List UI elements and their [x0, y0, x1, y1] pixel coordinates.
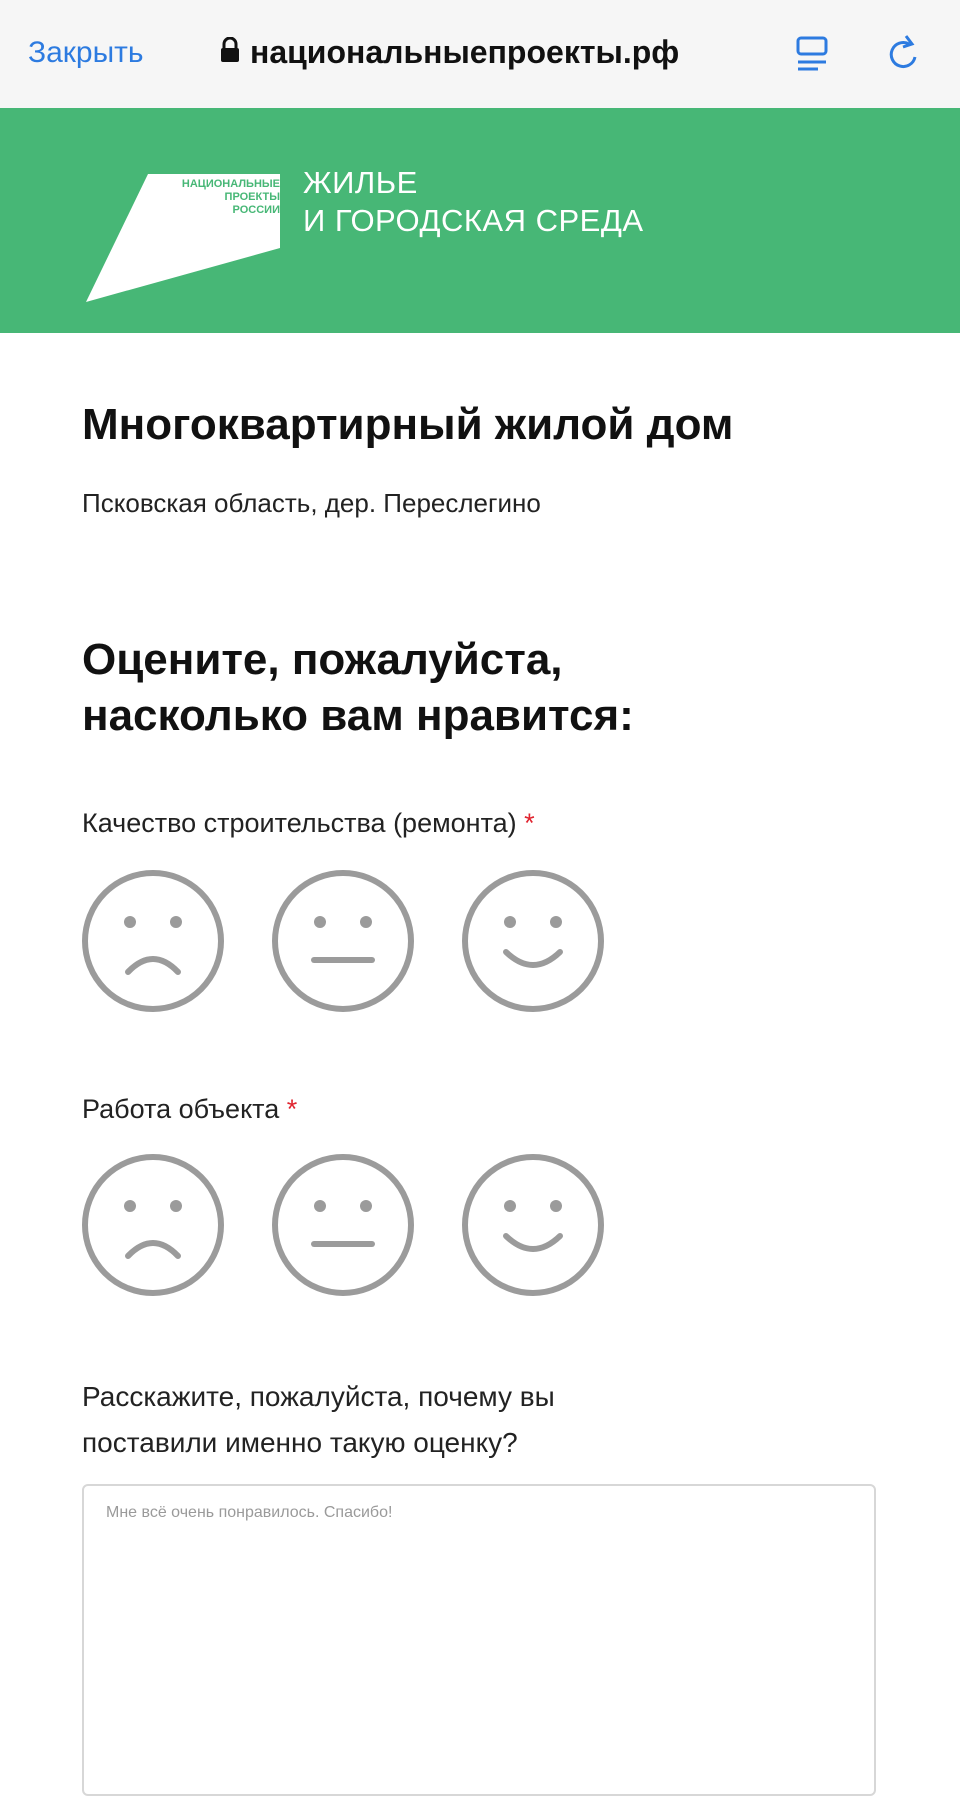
page-title: Многоквартирный жилой дом — [82, 400, 734, 449]
project-banner: НАЦИОНАЛЬНЫЕ ПРОЕКТЫ РОССИИ ЖИЛЬЕ И ГОРО… — [0, 108, 960, 333]
url-text: национальныепроекты.рф — [250, 34, 680, 70]
rating-label-text: Качество строительства (ремонта) — [82, 808, 517, 838]
feedback-question-line: поставили именно такую оценку? — [82, 1427, 518, 1458]
required-mark: * — [286, 1094, 298, 1124]
banner-title-line: ЖИЛЬЕ — [303, 165, 418, 200]
browser-toolbar: Закрыть национальныепроекты.рф — [0, 0, 960, 108]
rating-label: Качество строительства (ремонта) * — [82, 808, 535, 839]
logo-caption-line: РОССИИ — [232, 204, 280, 216]
feedback-question-line: Расскажите, пожалуйста, почему вы — [82, 1381, 555, 1412]
banner-title: ЖИЛЬЕ И ГОРОДСКАЯ СРЕДА — [303, 164, 644, 240]
rating-label: Работа объекта * — [82, 1094, 297, 1125]
sad-face-icon[interactable] — [80, 868, 226, 1014]
rating-prompt-line: Оцените, пожалуйста, — [82, 635, 563, 684]
reader-icon[interactable] — [794, 34, 830, 83]
neutral-face-icon[interactable] — [270, 1152, 416, 1298]
required-mark: * — [524, 808, 535, 838]
object-address: Псковская область, дер. Переслегино — [82, 488, 541, 518]
banner-title-line: И ГОРОДСКАЯ СРЕДА — [303, 203, 644, 238]
close-link[interactable]: Закрыть — [28, 36, 144, 70]
rating-prompt: Оцените, пожалуйста, насколько вам нрави… — [82, 632, 634, 744]
happy-face-icon[interactable] — [460, 868, 606, 1014]
rating-label-text: Работа объекта — [82, 1094, 280, 1124]
feedback-textarea[interactable]: Мне всё очень понравилось. Спасибо! — [82, 1484, 876, 1796]
reload-icon[interactable] — [884, 32, 924, 81]
rating-prompt-line: насколько вам нравится: — [82, 691, 634, 740]
logo-caption-line: ПРОЕКТЫ — [224, 191, 280, 203]
neutral-face-icon[interactable] — [270, 868, 416, 1014]
sad-face-icon[interactable] — [80, 1152, 226, 1298]
logo-caption-line: НАЦИОНАЛЬНЫЕ — [181, 178, 280, 190]
feedback-question: Расскажите, пожалуйста, почему вы постав… — [82, 1374, 842, 1466]
address-bar[interactable]: национальныепроекты.рф — [220, 34, 679, 71]
lock-icon — [220, 34, 240, 71]
happy-face-icon[interactable] — [460, 1152, 606, 1298]
logo-caption: НАЦИОНАЛЬНЫЕ ПРОЕКТЫ РОССИИ — [150, 178, 280, 217]
